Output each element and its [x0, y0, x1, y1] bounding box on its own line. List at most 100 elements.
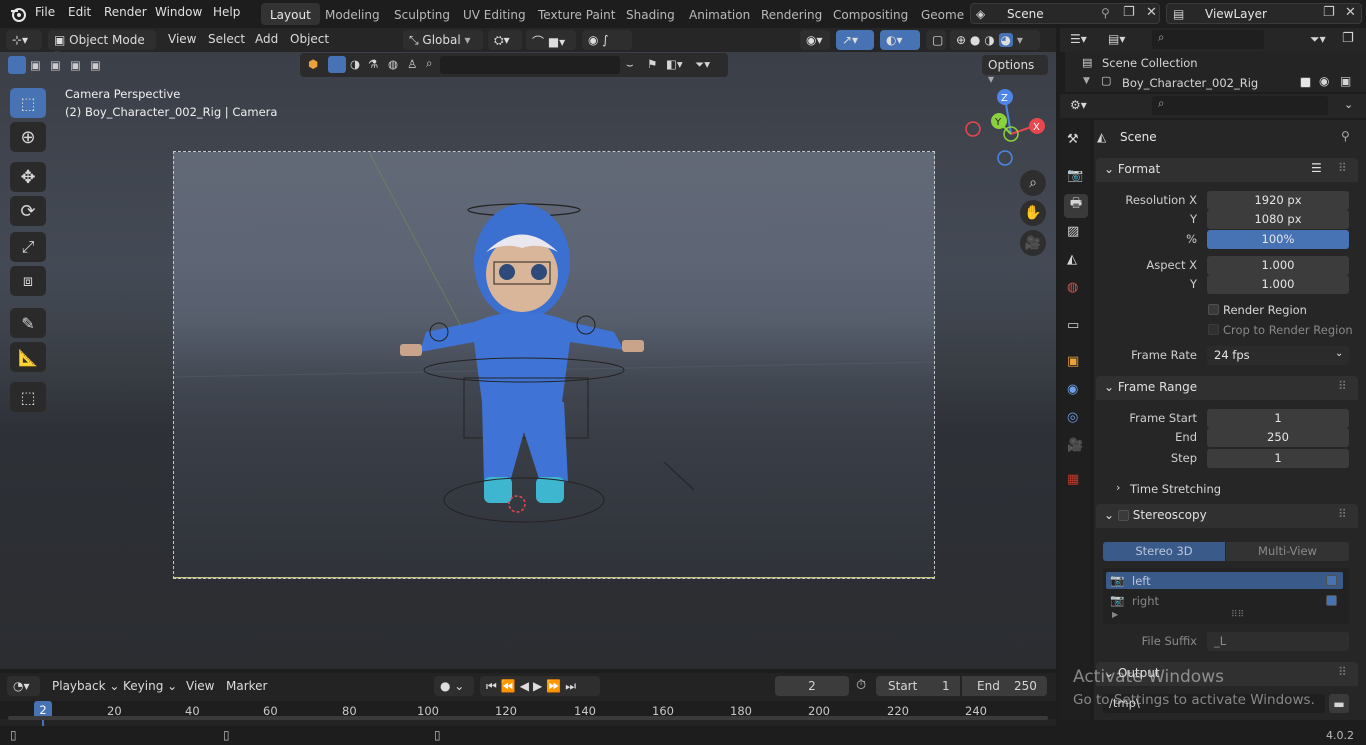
- menu-file[interactable]: File: [35, 5, 55, 19]
- editor-type-button[interactable]: ⊹▾: [6, 30, 42, 50]
- solid-shading-icon[interactable]: ●: [970, 33, 980, 47]
- scene-collection-label[interactable]: Scene Collection: [1102, 56, 1198, 70]
- view-layer-tab-icon[interactable]: ▨: [1067, 224, 1079, 239]
- selection-mode-buttons[interactable]: ▣ ▣ ▣ ▣: [8, 56, 104, 76]
- eye-visibility-icon[interactable]: ◉: [1319, 74, 1329, 88]
- expand-arrow-icon[interactable]: ▼: [1083, 76, 1090, 86]
- collection-tab-icon[interactable]: ▭: [1067, 318, 1079, 333]
- overlay-toggle-button[interactable]: ◐▾: [880, 30, 920, 50]
- wireframe-shading-icon[interactable]: ⊕: [956, 33, 966, 47]
- filter-object-icon[interactable]: [328, 56, 346, 73]
- playback-menu[interactable]: Playback ⌄: [52, 679, 119, 693]
- select-extend-icon[interactable]: ▣: [30, 58, 41, 72]
- select-box-tool[interactable]: ⬚: [10, 88, 46, 118]
- render-camera-icon[interactable]: ▣: [1340, 74, 1351, 88]
- pin-context-icon[interactable]: ⚲: [1341, 129, 1350, 143]
- viewlayer-selector[interactable]: ▤ ViewLayer ❐ ✕: [1166, 3, 1362, 24]
- tab-compositing[interactable]: Compositing: [824, 3, 917, 25]
- jump-start-icon[interactable]: ⏮: [486, 679, 501, 693]
- tab-geometry-nodes[interactable]: Geomet: [912, 3, 964, 25]
- view-item-right[interactable]: 📷 right: [1106, 592, 1343, 609]
- view-right-checkbox[interactable]: [1326, 595, 1337, 606]
- add-cube-tool[interactable]: ⬚: [10, 382, 46, 412]
- frame-range-panel-header[interactable]: ⌄ Frame Range ⠿: [1096, 376, 1358, 400]
- frame-start-field[interactable]: 1: [1207, 409, 1349, 428]
- properties-search-input[interactable]: ⌕: [1152, 96, 1328, 115]
- jump-end-icon[interactable]: ⏭: [565, 679, 580, 693]
- outliner-filter-icon[interactable]: ⏷▾: [1310, 32, 1326, 47]
- physics-tab-icon[interactable]: ◎: [1067, 410, 1078, 425]
- move-tool[interactable]: ✥: [10, 162, 46, 192]
- snap-button[interactable]: ⌒ ■▾: [526, 30, 576, 50]
- frame-step-field[interactable]: 1: [1207, 449, 1349, 468]
- navigation-gizmo[interactable]: Z Y X: [962, 88, 1052, 168]
- search-input[interactable]: [440, 56, 620, 74]
- menu-add[interactable]: Add: [255, 32, 278, 46]
- keying-menu[interactable]: Keying ⌄: [123, 679, 177, 693]
- view-left-checkbox[interactable]: [1326, 575, 1337, 586]
- visibility-button[interactable]: ◉▾: [800, 30, 830, 50]
- multi-view-tab[interactable]: Multi-View: [1226, 542, 1349, 561]
- resolution-x-field[interactable]: 1920 px: [1207, 191, 1349, 210]
- menu-view[interactable]: View: [168, 32, 196, 46]
- folder-browse-icon[interactable]: ▬: [1329, 694, 1349, 713]
- scene-tab-icon[interactable]: ◭: [1067, 252, 1077, 267]
- tab-rendering[interactable]: Rendering: [752, 3, 831, 25]
- pin-icon[interactable]: ⚲: [1101, 6, 1110, 20]
- options-button[interactable]: Options ▾: [982, 55, 1048, 86]
- xray-button[interactable]: ▢: [926, 30, 946, 50]
- layout-icon[interactable]: ◧▾: [666, 57, 683, 71]
- format-panel-header[interactable]: ⌄ Format ☰ ⠿: [1096, 158, 1358, 182]
- end-frame-field[interactable]: End 250: [962, 676, 1047, 696]
- auto-keying-button[interactable]: ● ⌄: [434, 676, 474, 696]
- presets-icon[interactable]: ☰: [1311, 161, 1322, 175]
- timeline-view-menu[interactable]: View: [186, 679, 214, 693]
- measure-tool[interactable]: 📐: [10, 342, 46, 372]
- timeline-scrollbar[interactable]: [8, 716, 1048, 720]
- frame-end-field[interactable]: 250: [1207, 428, 1349, 447]
- filter-node-icon[interactable]: ⚗: [368, 57, 378, 71]
- 3d-viewport[interactable]: ▣ ▣ ▣ ▣ ⬢ ◑ ⚗ ◍ ♙ ⌕ ⌣ ⚑ ◧▾ ⏷▾ Options ▾ …: [0, 52, 1056, 669]
- tab-texture-paint[interactable]: Texture Paint: [529, 3, 624, 25]
- filter-shading-icon[interactable]: ◑: [350, 57, 360, 71]
- transform-orientation-dropdown[interactable]: ⤡ Global ▾: [403, 30, 483, 50]
- display-mode-icon[interactable]: ▤▾: [1108, 32, 1125, 46]
- select-intersect-icon[interactable]: ▣: [90, 58, 101, 72]
- object-tab-icon[interactable]: ▣: [1067, 354, 1079, 369]
- bookmark-icon[interactable]: ⚑: [647, 57, 657, 71]
- drag-handle-icon[interactable]: ⠿: [1338, 161, 1347, 175]
- shading-mode-buttons[interactable]: ⊕ ● ◑ ◕ ▾: [950, 30, 1040, 50]
- aspect-x-field[interactable]: 1.000: [1207, 256, 1349, 275]
- menu-help[interactable]: Help: [213, 5, 240, 19]
- object-data-tab-icon[interactable]: 🎥: [1067, 438, 1083, 453]
- play-reverse-icon[interactable]: ◀: [520, 679, 533, 693]
- tool-tab-icon[interactable]: ⚒: [1067, 132, 1079, 147]
- scene-selector[interactable]: ◈ Scene ⚲ ❐ ✕: [970, 3, 1160, 24]
- render-tab-icon[interactable]: 📷: [1067, 168, 1083, 183]
- gizmo-toggle-button[interactable]: ↗▾: [836, 30, 874, 50]
- start-frame-field[interactable]: Start 1: [876, 676, 960, 696]
- frame-rate-dropdown[interactable]: 24 fps ⌄: [1207, 346, 1349, 365]
- select-subtract-icon[interactable]: ▣: [50, 58, 61, 72]
- outliner-editor-icon[interactable]: ☰▾: [1070, 32, 1087, 46]
- menu-object[interactable]: Object: [290, 32, 329, 46]
- properties-editor-icon[interactable]: ⚙▾: [1070, 98, 1087, 112]
- tab-modeling[interactable]: Modeling: [316, 3, 389, 25]
- color-swatch-icon[interactable]: ⬢: [308, 57, 318, 71]
- output-drag-handle-icon[interactable]: ⠿: [1338, 665, 1347, 679]
- tab-sculpting[interactable]: Sculpting: [385, 3, 459, 25]
- proportional-edit-button[interactable]: ◉ ∫: [582, 30, 632, 50]
- next-keyframe-icon[interactable]: ⏩: [546, 679, 565, 693]
- outliner-search-input[interactable]: ⌕: [1152, 30, 1264, 49]
- select-invert-icon[interactable]: ▣: [70, 58, 81, 72]
- time-stretching-arrow-icon[interactable]: ›: [1116, 481, 1120, 494]
- menu-render[interactable]: Render: [104, 5, 147, 19]
- exclude-checkbox[interactable]: [1300, 77, 1311, 88]
- current-frame-field[interactable]: 2: [775, 676, 849, 696]
- play-icon[interactable]: ▶: [533, 679, 546, 693]
- crop-region-checkbox[interactable]: [1208, 324, 1219, 335]
- menu-window[interactable]: Window: [155, 5, 202, 19]
- zoom-icon[interactable]: ⌕: [1020, 170, 1046, 196]
- new-scene-icon[interactable]: ❐: [1123, 5, 1135, 20]
- new-collection-icon[interactable]: ❐: [1342, 31, 1354, 46]
